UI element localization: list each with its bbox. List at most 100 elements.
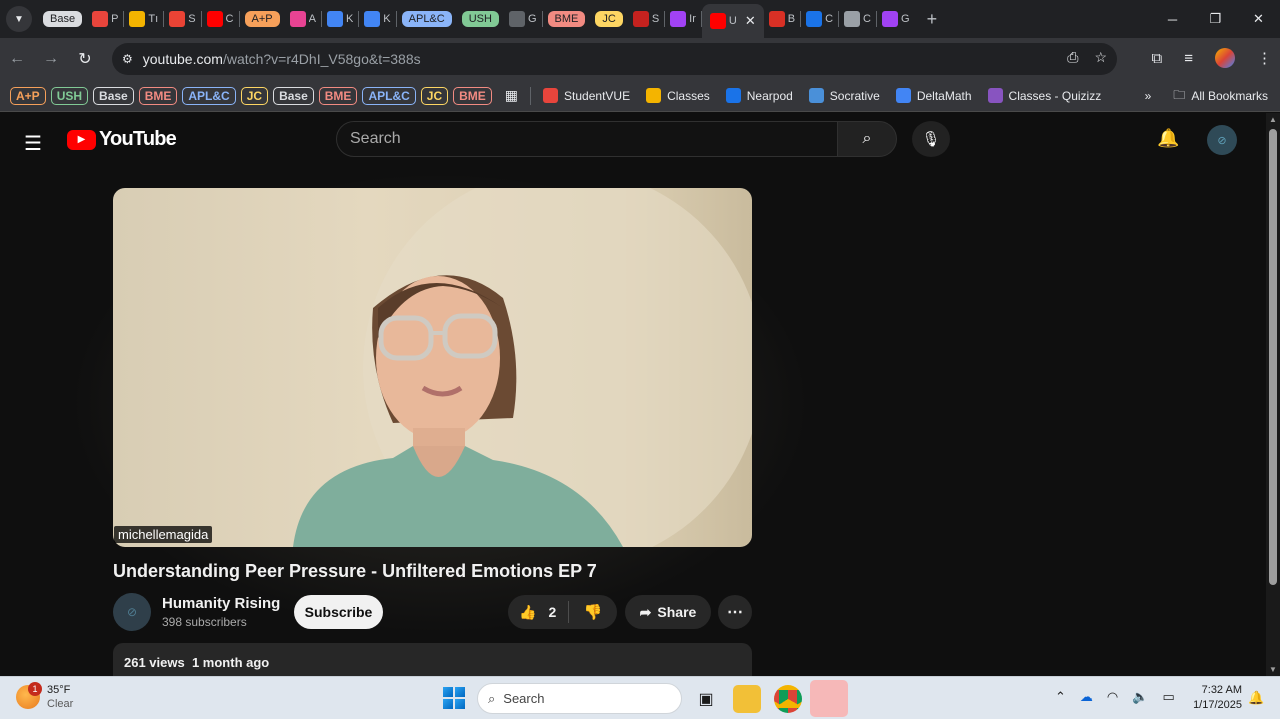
close-window-icon[interactable]: ✕ (1237, 11, 1280, 27)
page-scrollbar[interactable]: ▲ ▼ (1266, 113, 1280, 676)
notifications-bell-icon[interactable]: 🔔 (1157, 128, 1179, 149)
bookmark-group-chip[interactable]: BME (138, 86, 178, 105)
voice-search-mic-icon[interactable]: 🎙 (912, 121, 950, 157)
start-windows-icon[interactable] (443, 687, 465, 709)
youtube-logo[interactable]: ▶ YouTube (67, 128, 177, 151)
browser-tab[interactable]: C (801, 4, 838, 34)
channel-name[interactable]: Humanity Rising (162, 595, 280, 612)
bookmark-star-icon[interactable]: ☆ (1094, 49, 1107, 66)
subscribe-button[interactable]: Subscribe (294, 595, 383, 629)
battery-icon[interactable]: ▭ (1162, 689, 1174, 705)
install-app-icon[interactable]: ⎙ (1067, 49, 1078, 66)
youtube-search-input[interactable]: Search (336, 121, 838, 157)
bookmark-item[interactable]: Classes - Quizizz (987, 88, 1101, 103)
tab-group-chip[interactable]: BME (543, 4, 591, 34)
like-button[interactable]: 👍 2 (508, 604, 568, 621)
browser-tab[interactable]: P (87, 4, 123, 34)
scrollbar-thumb[interactable] (1269, 129, 1277, 585)
browser-tab[interactable]: K (359, 4, 395, 34)
taskbar-search[interactable]: ⌕ Search (477, 683, 682, 714)
bookmark-group-chip[interactable]: JC (420, 86, 449, 105)
bookmark-group-chip[interactable]: JC (240, 86, 269, 105)
more-actions-icon[interactable]: ⋯ (718, 595, 752, 629)
bookmark-group-chip[interactable]: BME (453, 86, 492, 105)
bookmark-group-chip[interactable]: Base (273, 86, 314, 105)
share-button[interactable]: ➦ Share (625, 595, 711, 629)
scroll-up-icon[interactable]: ▲ (1269, 115, 1277, 124)
browser-tab[interactable]: B (764, 4, 800, 34)
more-bookmarks-chevron-icon[interactable]: » (1145, 89, 1152, 103)
bookmark-item[interactable]: DeltaMath (895, 88, 972, 103)
bookmark-group-chip[interactable]: USH (50, 86, 89, 105)
bookmark-item[interactable]: Socrative (808, 88, 880, 103)
browser-tab[interactable]: Ir (665, 4, 701, 34)
address-bar[interactable]: ⚙ youtube.com/watch?v=r4DhI_V58go&t=388s… (112, 43, 1117, 75)
media-controls-icon[interactable]: ≡ (1184, 50, 1193, 67)
weather-widget[interactable]: 1 35°F Clear (16, 682, 73, 711)
bookmark-item[interactable]: StudentVUE (543, 88, 630, 103)
volume-icon[interactable]: 🔈 (1132, 689, 1148, 705)
video-player[interactable] (113, 188, 752, 547)
browser-tab[interactable]: K (322, 4, 358, 34)
notification-bell-icon[interactable]: 🔔 (1248, 690, 1264, 706)
bookmark-group-chip[interactable]: Base (93, 86, 134, 105)
task-view-icon[interactable]: ▣ (692, 685, 720, 713)
tab-group-chip[interactable]: USH (457, 4, 504, 34)
bookmark-group-chip[interactable]: APL&C (362, 86, 416, 105)
wifi-icon[interactable]: ◠ (1107, 689, 1118, 705)
tab-title: C (863, 13, 871, 25)
thumbs-down-icon[interactable]: 👎 (569, 603, 617, 621)
browser-tab[interactable]: C (202, 4, 239, 34)
restore-icon[interactable]: ❐ (1194, 11, 1237, 27)
description-box[interactable]: 261 views 1 month ago (113, 643, 752, 676)
reload-icon[interactable]: ↻ (68, 49, 102, 69)
apps-grid-icon[interactable]: ▦ (505, 87, 518, 104)
bookmark-group-chip[interactable]: A+P (10, 86, 46, 105)
browser-tab[interactable]: C (839, 4, 876, 34)
close-tab-icon[interactable]: ✕ (745, 13, 756, 29)
deltamath-icon (895, 88, 911, 103)
new-tab-plus-icon[interactable]: + (927, 9, 938, 30)
active-app-icon[interactable] (810, 680, 848, 717)
account-avatar[interactable]: ⊘ (1207, 125, 1237, 155)
browser-tab[interactable]: Tı (124, 4, 163, 34)
browser-tab[interactable]: S (164, 4, 200, 34)
profile-avatar[interactable] (1215, 48, 1235, 68)
browser-menu-icon[interactable]: ⋮ (1257, 49, 1272, 67)
browser-tab[interactable]: G (877, 4, 915, 34)
clock[interactable]: 7:32 AM 1/17/2025 (1188, 683, 1242, 713)
tab-group-chip[interactable]: A+P (240, 4, 285, 34)
bookmark-item[interactable]: Classes (646, 88, 710, 103)
browser-tab[interactable]: A (285, 4, 321, 34)
bookmark-group-chip[interactable]: BME (318, 86, 358, 105)
bookmark-item[interactable]: Nearpod (725, 88, 793, 103)
tab-group-label: A+P (244, 11, 280, 27)
active-tab[interactable]: U ✕ (701, 4, 764, 38)
view-count: 261 views (124, 655, 185, 670)
file-explorer-icon[interactable] (733, 685, 761, 713)
bookmarks-right: » 🗀 All Bookmarks (1145, 80, 1268, 112)
tab-group-chip[interactable]: APL&C (397, 4, 457, 34)
search-button[interactable]: ⌕ (837, 121, 897, 157)
back-arrow-icon[interactable]: ← (0, 50, 34, 68)
tray-chevron-up-icon[interactable]: ⌃ (1055, 689, 1066, 705)
guide-menu-icon[interactable]: ☰ (24, 131, 42, 156)
tab-group-chip[interactable]: Base (38, 4, 87, 34)
bookmark-group-chip[interactable]: APL&C (182, 86, 236, 105)
channel-avatar[interactable]: ⊘ (113, 593, 151, 631)
minimize-icon[interactable]: ─ (1151, 12, 1194, 27)
tab-search-chevron-icon[interactable]: ▼ (6, 6, 32, 32)
chrome-icon[interactable] (774, 685, 802, 713)
forward-arrow-icon[interactable]: → (34, 50, 68, 68)
site-info-icon[interactable]: ⚙ (122, 52, 133, 66)
onedrive-cloud-icon[interactable]: ☁ (1080, 689, 1093, 705)
tab-group-chip[interactable]: JC (590, 4, 627, 34)
browser-tab[interactable]: S (628, 4, 664, 34)
extensions-puzzle-icon[interactable]: ⧉ (1152, 50, 1163, 67)
all-bookmarks-button[interactable]: 🗀 All Bookmarks (1173, 86, 1268, 107)
url-text[interactable]: youtube.com/watch?v=r4DhI_V58go&t=388s (143, 51, 421, 67)
weather-sun-icon: 1 (16, 682, 42, 709)
tab-title: U (728, 15, 737, 27)
browser-tab[interactable]: G (504, 4, 542, 34)
scroll-down-icon[interactable]: ▼ (1269, 665, 1277, 674)
